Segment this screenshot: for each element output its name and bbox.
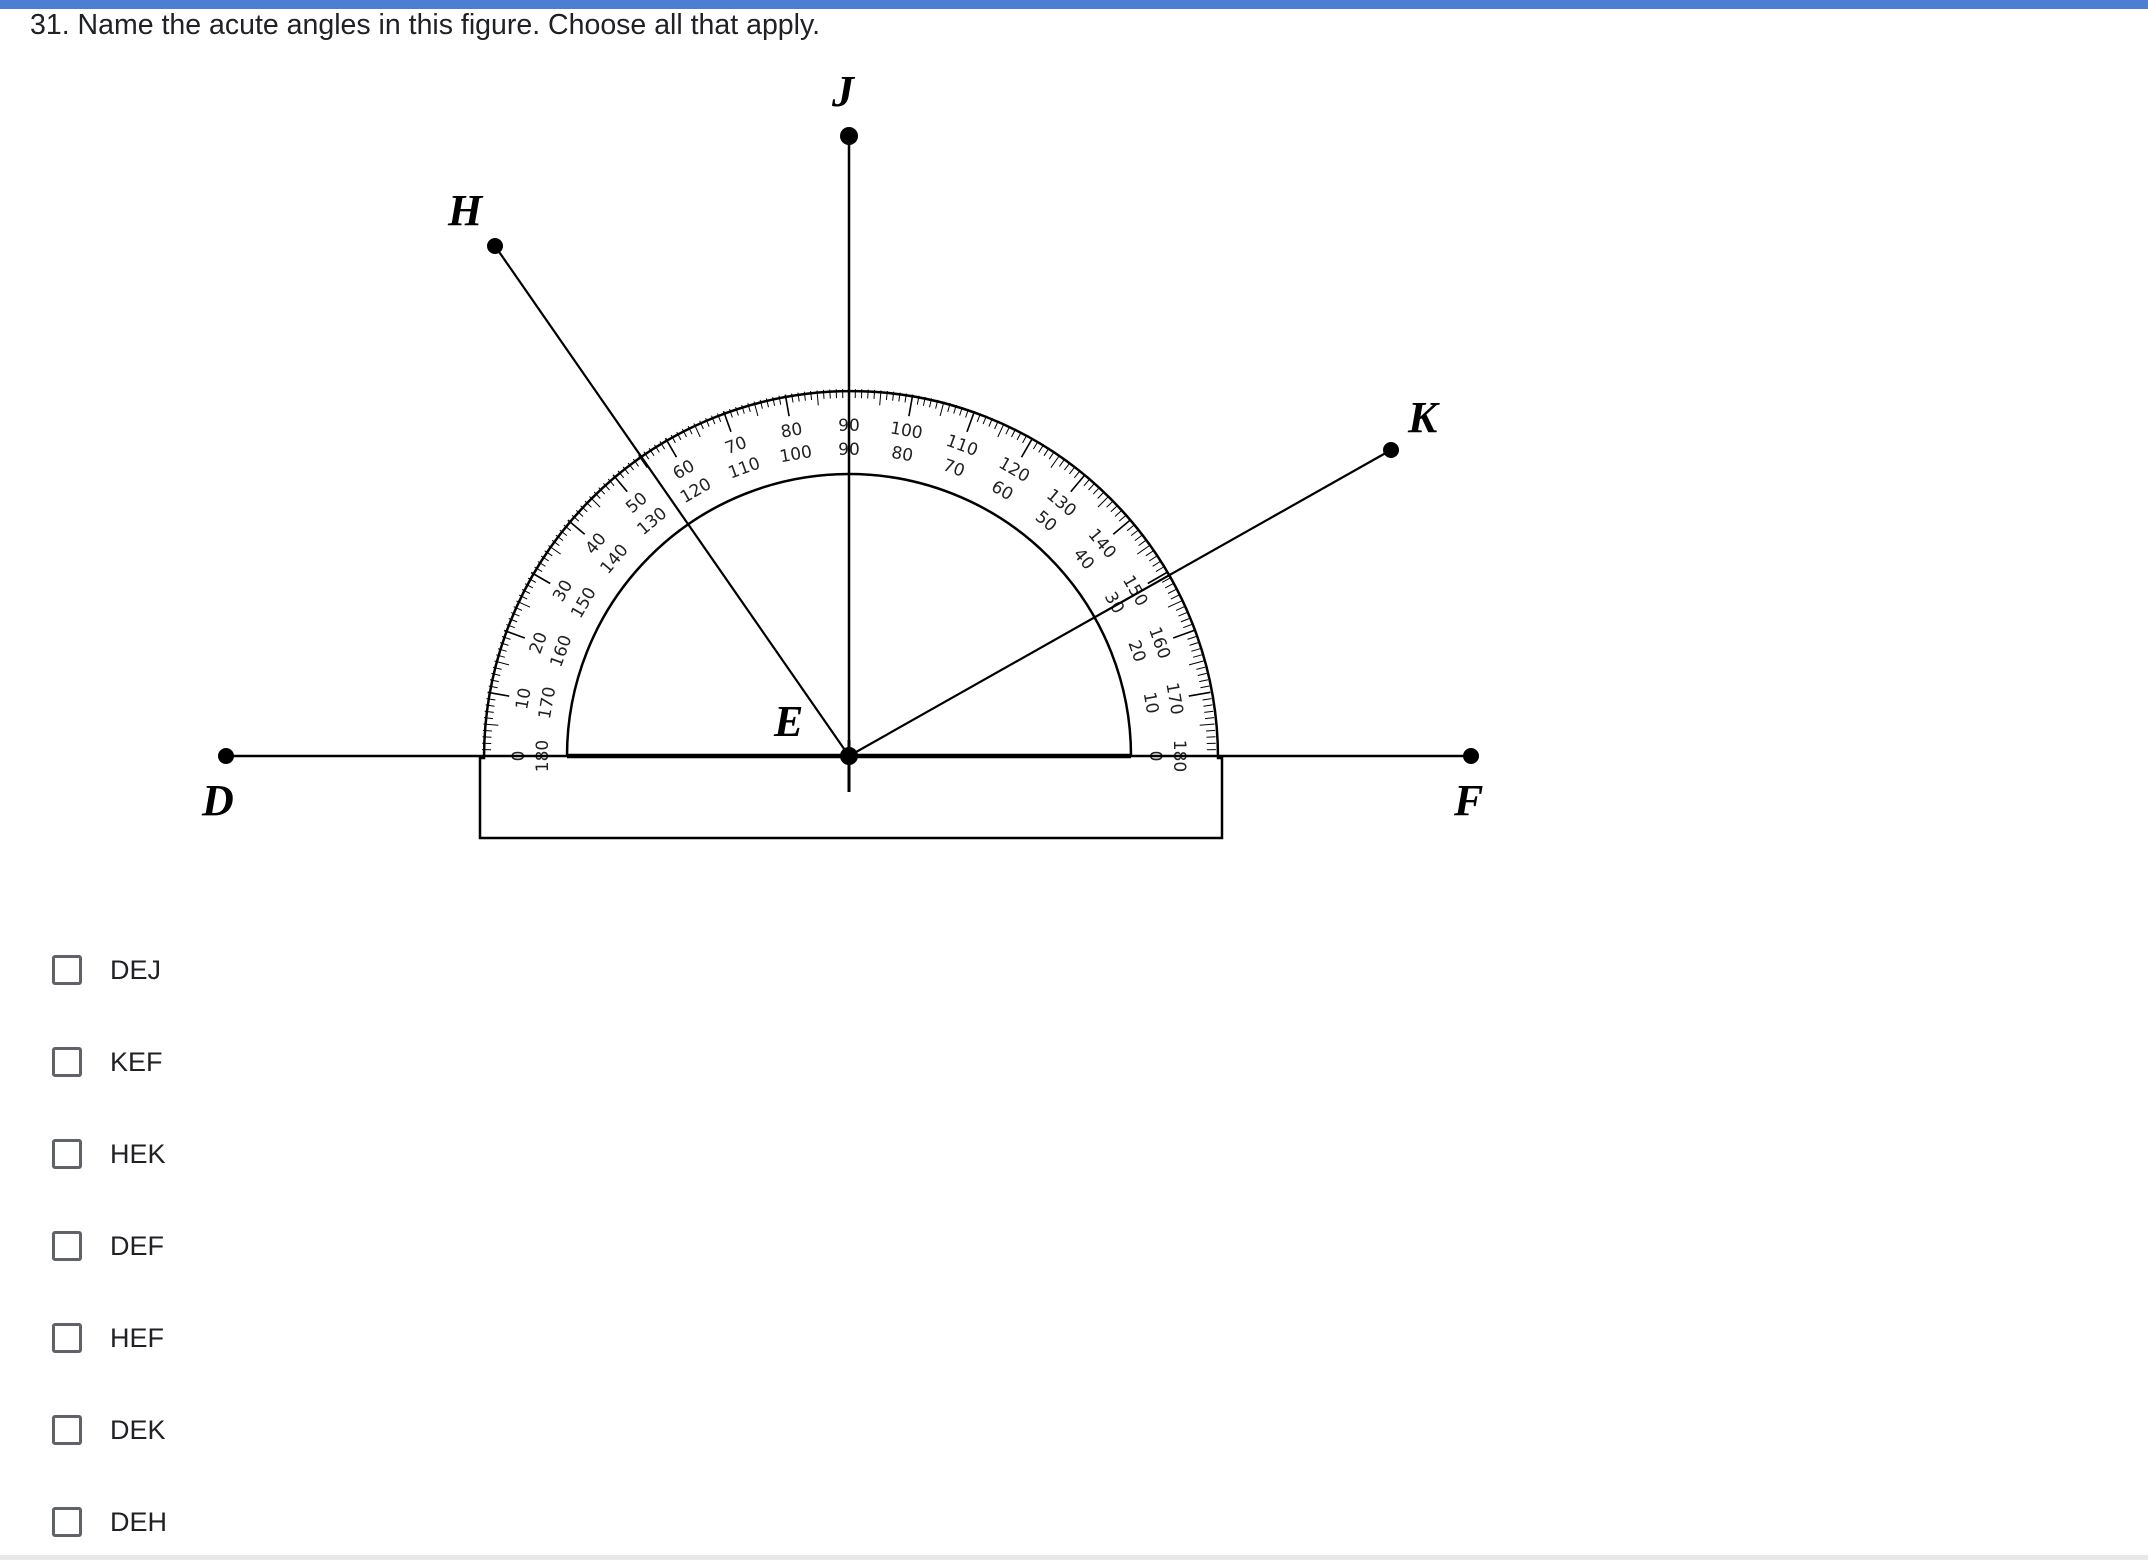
point-E [840,747,858,765]
protractor-tick [822,389,825,399]
point-K [1383,442,1399,458]
checkbox[interactable] [52,1231,82,1261]
protractor-tick [829,389,831,399]
option-label: HEF [110,1322,164,1353]
protractor-tick [1206,736,1216,738]
point-J [840,127,858,145]
label-D: D [201,776,234,825]
checkbox[interactable] [52,1047,82,1077]
option-label: DEK [110,1414,166,1445]
checkbox[interactable] [52,1415,82,1445]
protractor-scale-label: 80 [890,443,915,466]
protractor-tick [482,729,492,732]
option-row[interactable]: KEF [52,1032,452,1092]
option-row[interactable]: DEK [52,1400,452,1460]
checkbox[interactable] [52,1323,82,1353]
point-D [218,748,234,764]
option-row[interactable]: HEK [52,1124,452,1184]
option-row[interactable]: HEF [52,1308,452,1368]
point-F [1463,748,1479,764]
bottom-divider [0,1555,2148,1560]
option-row[interactable]: DEH [52,1492,452,1552]
label-K: K [1407,393,1440,442]
option-label: DEJ [110,954,162,985]
checkbox[interactable] [52,955,82,985]
geometry-figure: 0102030405060708090100110120130140150160… [201,67,1483,840]
option-label: HEK [110,1138,166,1169]
option-label: KEF [110,1046,163,1077]
protractor-scale-label: 10 [1139,691,1162,716]
option-label: DEF [110,1230,164,1261]
protractor-scale-label: 10 [512,686,535,711]
protractor: 0102030405060708090100110120130140150160… [478,389,1224,840]
protractor-tick [867,389,869,399]
option-label: DEH [110,1506,168,1537]
label-E: E [773,697,803,746]
option-row[interactable]: DEJ [52,940,452,1000]
point-H [487,238,503,254]
label-F: F [1453,776,1483,825]
protractor-tick [482,736,492,738]
option-row[interactable]: DEF [52,1216,452,1276]
label-J: J [831,67,856,116]
checkbox[interactable] [52,1507,82,1537]
protractor-tick [873,389,876,399]
label-H: H [447,186,484,235]
checkbox[interactable] [52,1139,82,1169]
protractor-tick [1206,729,1216,732]
protractor-scale-label: 80 [779,419,804,442]
